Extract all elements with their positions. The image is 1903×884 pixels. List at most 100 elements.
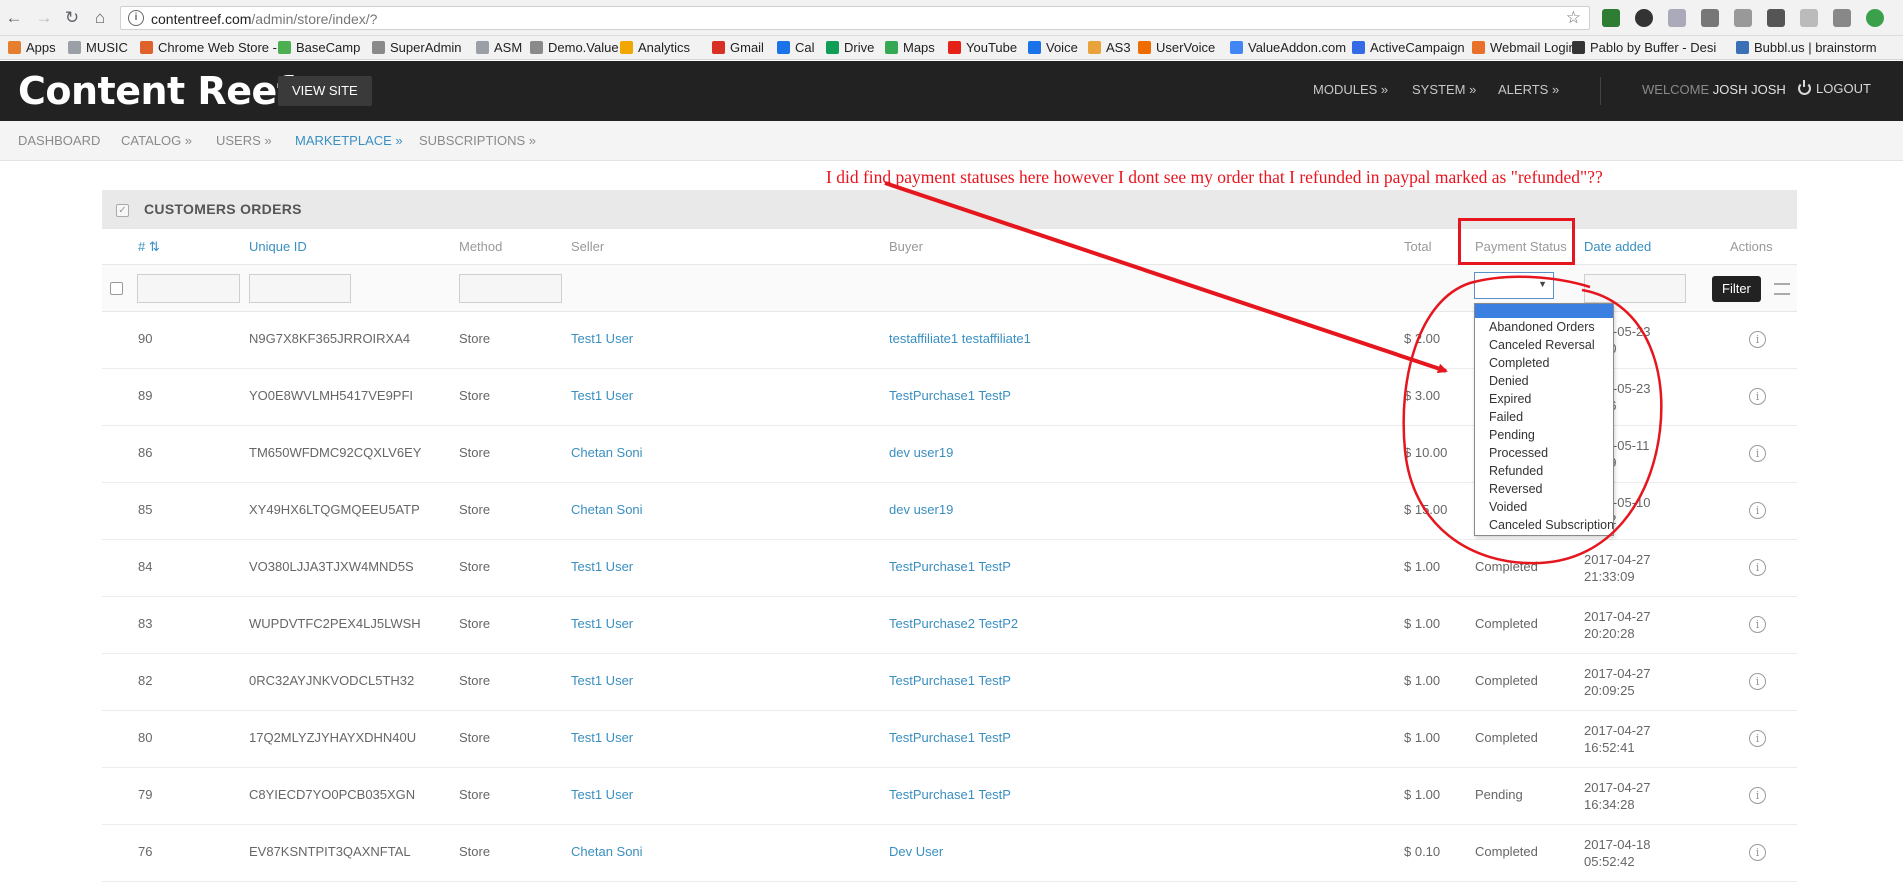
brand-logo[interactable]: Content Reef: [18, 69, 293, 113]
nav-alerts[interactable]: ALERTS »: [1498, 82, 1559, 97]
info-icon[interactable]: i: [128, 10, 144, 26]
bookmark-item[interactable]: Cal: [777, 39, 815, 57]
order-buyer[interactable]: TestPurchase1 TestP: [889, 559, 1011, 574]
order-seller[interactable]: Test1 User: [571, 787, 633, 802]
col-number[interactable]: # ⇅: [138, 239, 160, 255]
order-seller[interactable]: Test1 User: [571, 673, 633, 688]
order-buyer[interactable]: dev user19: [889, 502, 953, 517]
select-all-checkbox[interactable]: [110, 282, 123, 295]
info-icon[interactable]: i: [1749, 787, 1766, 804]
bookmark-item[interactable]: Apps: [8, 39, 56, 57]
extension-icon[interactable]: [1833, 9, 1851, 27]
subnav-subscriptions[interactable]: SUBSCRIPTIONS »: [419, 133, 536, 148]
order-buyer[interactable]: TestPurchase1 TestP: [889, 787, 1011, 802]
reset-filter-icon[interactable]: [1774, 283, 1790, 295]
bookmark-item[interactable]: SuperAdmin: [372, 39, 462, 57]
order-buyer[interactable]: testaffiliate1 testaffiliate1: [889, 331, 1031, 346]
info-icon[interactable]: i: [1749, 616, 1766, 633]
extension-icon[interactable]: [1866, 9, 1884, 27]
order-buyer[interactable]: dev user19: [889, 445, 953, 460]
bookmark-item[interactable]: AS3: [1088, 39, 1131, 57]
bookmark-item[interactable]: Voice: [1028, 39, 1078, 57]
dropdown-option[interactable]: Expired: [1475, 390, 1613, 408]
order-buyer[interactable]: Dev User: [889, 844, 943, 859]
back-icon[interactable]: ←: [4, 8, 24, 28]
nav-system[interactable]: SYSTEM »: [1412, 82, 1476, 97]
bookmark-item[interactable]: Chrome Web Store - /: [140, 39, 284, 57]
order-seller[interactable]: Test1 User: [571, 388, 633, 403]
col-unique-id[interactable]: Unique ID: [249, 239, 307, 254]
order-seller[interactable]: Chetan Soni: [571, 445, 643, 460]
payment-status-select[interactable]: ▼: [1474, 272, 1554, 299]
bookmark-item[interactable]: Demo.Value: [530, 39, 619, 57]
bookmark-item[interactable]: ActiveCampaign: [1352, 39, 1465, 57]
order-seller[interactable]: Test1 User: [571, 559, 633, 574]
bookmark-item[interactable]: UserVoice: [1138, 39, 1215, 57]
dropdown-option[interactable]: Refunded: [1475, 462, 1613, 480]
extension-icon[interactable]: [1635, 9, 1653, 27]
extension-icon[interactable]: [1800, 9, 1818, 27]
logout-button[interactable]: LOGOUT: [1798, 80, 1871, 96]
subnav-users[interactable]: USERS »: [216, 133, 272, 148]
pocket-icon[interactable]: [1701, 9, 1719, 27]
order-buyer[interactable]: TestPurchase1 TestP: [889, 730, 1011, 745]
dropdown-option[interactable]: Processed: [1475, 444, 1613, 462]
info-icon[interactable]: i: [1749, 331, 1766, 348]
bookmark-item[interactable]: Maps: [885, 39, 935, 57]
order-buyer[interactable]: TestPurchase2 TestP2: [889, 616, 1018, 631]
bookmark-item[interactable]: MUSIC: [68, 39, 128, 57]
dropdown-option-empty[interactable]: [1475, 304, 1613, 318]
filter-date-input[interactable]: [1584, 274, 1686, 303]
subnav-catalog[interactable]: CATALOG »: [121, 133, 192, 148]
bookmark-item[interactable]: Pablo by Buffer - Desi: [1572, 39, 1716, 57]
bookmark-item[interactable]: Bubbl.us | brainstorm: [1736, 39, 1877, 57]
dropdown-option[interactable]: Canceled Reversal: [1475, 336, 1613, 354]
col-date-added[interactable]: Date added: [1584, 239, 1651, 254]
bookmark-item[interactable]: ValueAddon.com: [1230, 39, 1346, 57]
dropdown-option[interactable]: Abandoned Orders: [1475, 318, 1613, 336]
dropdown-option[interactable]: Completed: [1475, 354, 1613, 372]
order-buyer[interactable]: TestPurchase1 TestP: [889, 673, 1011, 688]
nav-modules[interactable]: MODULES »: [1313, 82, 1388, 97]
reload-icon[interactable]: ↻: [62, 8, 82, 28]
order-seller[interactable]: Test1 User: [571, 616, 633, 631]
bookmark-item[interactable]: BaseCamp: [278, 39, 360, 57]
address-bar[interactable]: i contentreef.com/admin/store/index/? ☆: [120, 6, 1590, 30]
filter-button[interactable]: Filter: [1712, 276, 1761, 302]
extension-icon[interactable]: [1668, 9, 1686, 27]
bookmark-item[interactable]: Webmail Login: [1472, 39, 1576, 57]
info-icon[interactable]: i: [1749, 559, 1766, 576]
dropdown-option[interactable]: Denied: [1475, 372, 1613, 390]
subnav-dashboard[interactable]: DASHBOARD: [18, 133, 100, 148]
info-icon[interactable]: i: [1749, 502, 1766, 519]
filter-number-input[interactable]: [137, 274, 240, 303]
order-seller[interactable]: Test1 User: [571, 730, 633, 745]
info-icon[interactable]: i: [1749, 844, 1766, 861]
dropdown-option[interactable]: Voided: [1475, 498, 1613, 516]
filter-unique-id-input[interactable]: [249, 274, 351, 303]
subnav-marketplace[interactable]: MARKETPLACE »: [295, 133, 403, 148]
bookmark-item[interactable]: Drive: [826, 39, 874, 57]
forward-icon[interactable]: →: [34, 8, 54, 28]
bookmark-item[interactable]: Analytics: [620, 39, 690, 57]
bookmark-item[interactable]: YouTube: [948, 39, 1017, 57]
order-buyer[interactable]: TestPurchase1 TestP: [889, 388, 1011, 403]
info-icon[interactable]: i: [1749, 445, 1766, 462]
info-icon[interactable]: i: [1749, 673, 1766, 690]
view-site-button[interactable]: VIEW SITE: [278, 76, 372, 106]
dropdown-option[interactable]: Reversed: [1475, 480, 1613, 498]
home-icon[interactable]: ⌂: [90, 8, 110, 28]
info-icon[interactable]: i: [1749, 388, 1766, 405]
extension-icon[interactable]: [1767, 9, 1785, 27]
dropdown-option[interactable]: Pending: [1475, 426, 1613, 444]
extension-icon[interactable]: [1602, 9, 1620, 27]
filter-method-input[interactable]: [459, 274, 562, 303]
order-seller[interactable]: Chetan Soni: [571, 502, 643, 517]
order-seller[interactable]: Chetan Soni: [571, 844, 643, 859]
bookmark-item[interactable]: ASM: [476, 39, 522, 57]
cast-icon[interactable]: [1734, 9, 1752, 27]
order-seller[interactable]: Test1 User: [571, 331, 633, 346]
bookmark-item[interactable]: Gmail: [712, 39, 764, 57]
bookmark-star-icon[interactable]: ☆: [1566, 8, 1581, 28]
info-icon[interactable]: i: [1749, 730, 1766, 747]
